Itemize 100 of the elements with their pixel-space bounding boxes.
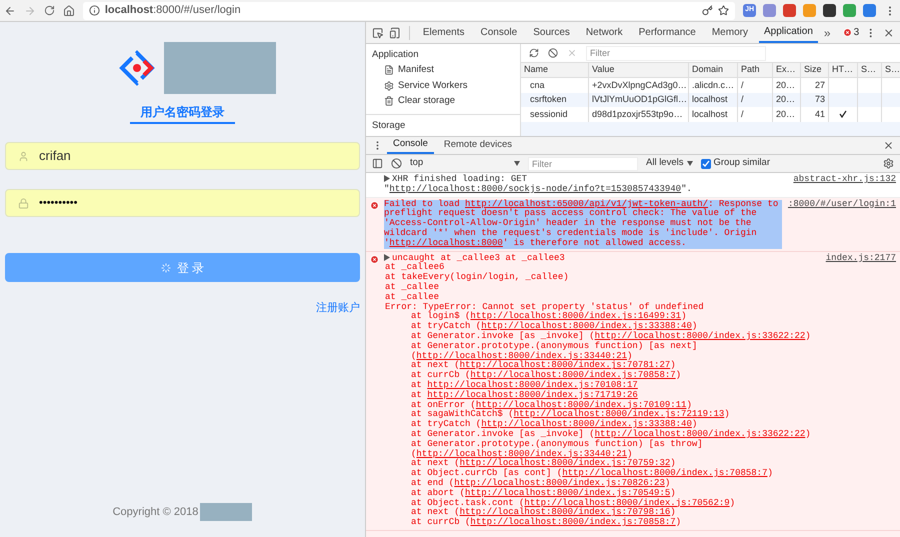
password-field[interactable]: •••••••••• [5,189,360,217]
source-link[interactable]: :8000/#/user/login:1 [788,200,896,210]
devtools-tab[interactable]: Elements [418,22,470,43]
filter-field[interactable]: Filter [528,156,638,170]
stack-link[interactable]: http://localhost:8000/index.js:33440:21 [416,350,628,361]
stack-link[interactable]: http://localhost:8000/index.js:70858:7 [470,517,676,528]
stack-frame: at login$ (http://localhost:8000/index.js:16499:31) [384,312,896,322]
stack-link[interactable]: http://localhost:8000/index.js:70108:17 [427,380,638,390]
console-message: XHR finished loading: GET "http://localhost:8000/sockjs-node/info?t=1530857433940". [384,175,693,195]
logo-icon [119,50,155,86]
stack-frame: at currCb (http://localhost:8000/index.js:70858:7) [384,518,896,528]
column-header[interactable]: Domain [689,63,738,77]
stack-link[interactable]: http://localhost:8000/index.js:70109:11 [476,400,686,410]
stack-link[interactable]: http://localhost:8000/index.js:33440:21 [416,448,628,459]
drawer-tab[interactable]: Remote devices [438,137,518,154]
stack-link[interactable]: http://localhost:8000/index.js:70562:9 [524,498,730,508]
section-heading: Storage [371,120,406,131]
stack-frame: at next (http://localhost:8000/index.js:70798:16) [384,508,896,518]
gear-icon [384,80,394,91]
back-icon[interactable] [4,4,16,16]
refresh-icon[interactable] [529,48,539,58]
more-tabs-button[interactable]: » [824,24,831,42]
inspect-icon[interactable] [372,26,384,38]
column-header[interactable]: Size [801,63,829,77]
expand-triangle-icon[interactable] [384,175,390,182]
error-icon [370,200,379,210]
console-message: uncaught at _callee3 at _callee3 [384,254,820,264]
stack-line: at _callee [384,282,440,292]
device-toolbar-icon[interactable] [389,26,401,38]
stack-link[interactable]: http://localhost:8000/index.js:33622:22 [594,428,806,439]
source-link[interactable]: abstract-xhr.js:132 [793,175,896,185]
column-header[interactable]: Ex… [773,63,801,77]
devtools-tab[interactable]: Memory [706,22,753,43]
error-icon [370,254,379,264]
settings-icon[interactable] [883,158,894,169]
lock-icon [18,198,29,208]
stack-link[interactable]: http://localhost:8000/index.js:71719:26 [427,390,638,400]
copyright-text: Copyright © 2018 [112,504,198,520]
column-header[interactable]: S… [858,63,882,77]
stack-link[interactable]: http://localhost:8000/index.js:70858:7 [470,370,676,380]
section-heading: Application [371,48,420,62]
console-link[interactable]: http://localhost:8000/sockjs-node/info?t=1530857433940 [389,184,682,194]
devtools-tab[interactable]: Performance [634,22,701,43]
stack-link[interactable]: http://localhost:8000/index.js:70798:16 [460,507,670,518]
reload-icon[interactable] [44,5,55,16]
levels-dropdown[interactable]: All levels [646,156,692,171]
stack-link[interactable]: http://localhost:8000/index.js:70781:27 [460,360,670,370]
info-icon[interactable] [88,5,100,16]
home-icon[interactable] [62,4,75,16]
devtools-tab[interactable]: Application [758,22,818,43]
stack-link[interactable]: http://localhost:8000/index.js:70759:32 [460,458,670,468]
clear-icon[interactable] [391,158,402,169]
expand-triangle-icon[interactable] [384,254,390,261]
sidebar-item[interactable]: Manifest [366,63,520,78]
close-icon[interactable] [882,26,894,38]
devtools-tab[interactable]: Network [580,22,628,43]
sidebar-item[interactable]: Service Workers [366,78,520,93]
stack-link[interactable]: http://localhost:8000/index.js:70826:23 [454,478,665,488]
devtools-tab[interactable]: Sources [528,22,575,43]
stack-link[interactable]: http://localhost:8000/index.js:16499:31 [470,311,682,322]
stack-link[interactable]: http://localhost:8000/index.js:70858:7 [562,468,768,478]
stack-link[interactable]: http://localhost:8000/index.js:70549:5 [465,488,670,498]
key-icon[interactable] [702,5,714,16]
stack-frame: at Object.currCb [as cont] (http://localhost:8000/index.js:70858:7) [384,469,896,479]
stack-frame: at abort (http://localhost:8000/index.js:70549:5) [384,488,896,498]
username-field[interactable]: crifan [5,142,360,170]
filter-field[interactable]: Filter [586,46,766,60]
stack-link[interactable]: http://localhost:8000/index.js:33388:40 [481,321,692,332]
stack-frame: at http://localhost:8000/index.js:70108:17 [384,380,896,391]
context-dropdown[interactable]: top [410,156,520,171]
sidebar-item[interactable]: Clear storage [366,94,520,108]
stack-link[interactable]: http://localhost:8000/index.js:33388:40 [481,419,692,430]
column-header[interactable]: HT… [829,63,858,77]
stack-frame: at http://localhost:8000/index.js:71719:26 [384,390,896,401]
column-header[interactable]: Name [521,63,589,77]
file-icon [384,65,394,76]
devtools-tab[interactable]: Console [476,22,522,43]
error-count: 3 [854,26,860,40]
checkbox-label: Group similar [714,156,770,170]
checkbox[interactable] [700,158,710,168]
source-link[interactable]: index.js:2177 [826,254,896,264]
stack-frame: at currCb (http://localhost:8000/index.js:70858:7) [384,371,896,381]
address-bar[interactable]: localhost:8000/#/user/login [82,2,736,20]
extension-icon[interactable] [823,4,836,17]
register-link[interactable]: 注册账户 [316,300,360,316]
column-header[interactable]: Value [589,63,689,77]
stack-link[interactable]: http://localhost:8000/index.js:33622:22 [594,330,806,341]
stack-link[interactable]: http://localhost:8000/index.js:72119:13 [514,409,724,420]
sidebar-toggle-icon[interactable] [372,158,383,169]
column-header[interactable]: S… [882,63,900,77]
spinner-icon [160,262,171,272]
login-tab[interactable]: 用户名密码登录 [130,102,235,124]
star-icon[interactable] [718,5,730,16]
redacted-block [200,503,252,521]
stack-frame: at sagaWithCatch$ (http://localhost:8000/index.js:72119:13) [384,410,896,420]
caret-icon [686,161,692,166]
stack-line: at takeEvery(login/login, _callee) [384,273,570,282]
close-icon[interactable] [883,140,894,151]
column-header[interactable]: Path [738,63,773,77]
clear-icon[interactable] [548,48,558,58]
